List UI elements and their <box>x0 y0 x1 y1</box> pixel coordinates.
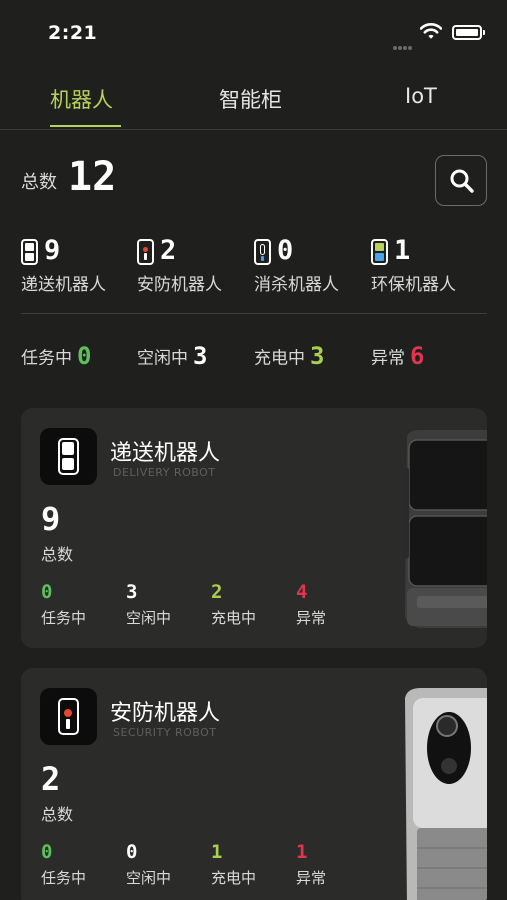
stat-value: 1 <box>296 841 308 863</box>
stat-label: 异常 <box>296 869 327 887</box>
card-stat-charging: 1 充电中 <box>211 841 256 888</box>
card-total-label: 总数 <box>41 545 74 564</box>
card-stat-in-task: 0 任务中 <box>41 841 86 888</box>
stat-value: 0 <box>41 841 53 863</box>
type-label: 环保机器人 <box>371 275 456 295</box>
type-label: 递送机器人 <box>21 275 106 295</box>
tab-iot[interactable]: IoT <box>405 84 437 108</box>
stat-value: 4 <box>296 581 308 603</box>
tab-smart-cabinet[interactable]: 智能柜 <box>219 84 282 114</box>
card-stat-in-task: 0 任务中 <box>41 581 86 628</box>
card-stat-abnormal: 1 异常 <box>296 841 326 888</box>
environmental-robot-icon <box>371 239 388 265</box>
type-label: 消杀机器人 <box>254 275 339 295</box>
type-count: 2 <box>160 235 177 266</box>
status-abnormal[interactable]: 异常 6 <box>371 342 424 370</box>
tab-robots[interactable]: 机器人 <box>50 84 113 114</box>
security-robot-card[interactable]: 安防机器人 SECURITY ROBOT 2 总数 0 任务中 0 空闲中 1 … <box>21 668 487 900</box>
card-total: 2 <box>41 760 61 798</box>
card-stat-abnormal: 4 异常 <box>296 581 326 628</box>
stat-value: 2 <box>211 581 223 603</box>
card-title: 递送机器人 <box>110 441 221 466</box>
stat-value: 3 <box>126 581 138 603</box>
stat-value: 0 <box>41 581 53 603</box>
card-stat-charging: 2 充电中 <box>211 581 256 628</box>
delivery-robot-card[interactable]: 递送机器人 DELIVERY ROBOT 9 总数 0 任务中 3 空闲中 2 … <box>21 408 487 648</box>
status-label: 充电中 <box>254 348 305 369</box>
status-charging[interactable]: 充电中 3 <box>254 342 324 370</box>
delivery-robot-logo-icon <box>40 428 97 485</box>
disinfection-robot-icon <box>254 239 271 265</box>
card-title: 安防机器人 <box>110 701 221 726</box>
card-subtitle: DELIVERY ROBOT <box>113 466 216 479</box>
type-label: 安防机器人 <box>137 275 222 295</box>
status-label: 任务中 <box>21 348 72 369</box>
total-value: 12 <box>68 154 117 200</box>
type-count: 0 <box>277 235 294 266</box>
battery-icon <box>452 25 485 40</box>
card-stat-idle: 0 空闲中 <box>126 841 171 888</box>
status-label: 异常 <box>371 348 405 369</box>
stat-value: 1 <box>211 841 223 863</box>
delivery-robot-icon <box>21 239 38 265</box>
security-robot-logo-icon <box>40 688 97 745</box>
status-bar: 2:21 <box>0 0 507 64</box>
status-count: 6 <box>410 342 425 370</box>
status-label: 空闲中 <box>137 348 188 369</box>
stat-value: 0 <box>126 841 138 863</box>
status-count: 0 <box>77 342 92 370</box>
stat-label: 空闲中 <box>126 609 172 627</box>
signal-icon <box>393 35 413 54</box>
total-label: 总数 <box>21 172 57 193</box>
stat-label: 任务中 <box>41 869 87 887</box>
security-robot-image <box>405 688 487 900</box>
card-total: 9 <box>41 500 61 538</box>
stat-label: 任务中 <box>41 609 87 627</box>
status-count: 3 <box>193 342 208 370</box>
stat-label: 充电中 <box>211 869 257 887</box>
delivery-robot-image <box>403 430 487 628</box>
card-subtitle: SECURITY ROBOT <box>113 726 217 739</box>
wifi-icon <box>419 22 443 44</box>
stat-label: 充电中 <box>211 609 257 627</box>
status-count: 3 <box>310 342 325 370</box>
active-tab-indicator <box>50 125 121 127</box>
card-stat-idle: 3 空闲中 <box>126 581 171 628</box>
stat-label: 异常 <box>296 609 327 627</box>
divider <box>21 313 487 314</box>
status-time: 2:21 <box>48 22 98 44</box>
search-button[interactable] <box>435 155 487 206</box>
type-count: 9 <box>44 235 61 266</box>
status-in-task[interactable]: 任务中 0 <box>21 342 91 370</box>
search-icon <box>450 169 474 193</box>
type-count: 1 <box>394 235 411 266</box>
stat-label: 空闲中 <box>126 869 172 887</box>
status-idle[interactable]: 空闲中 3 <box>137 342 207 370</box>
security-robot-icon <box>137 239 154 265</box>
tab-bar: 机器人 智能柜 IoT <box>0 78 507 130</box>
card-total-label: 总数 <box>41 805 74 824</box>
